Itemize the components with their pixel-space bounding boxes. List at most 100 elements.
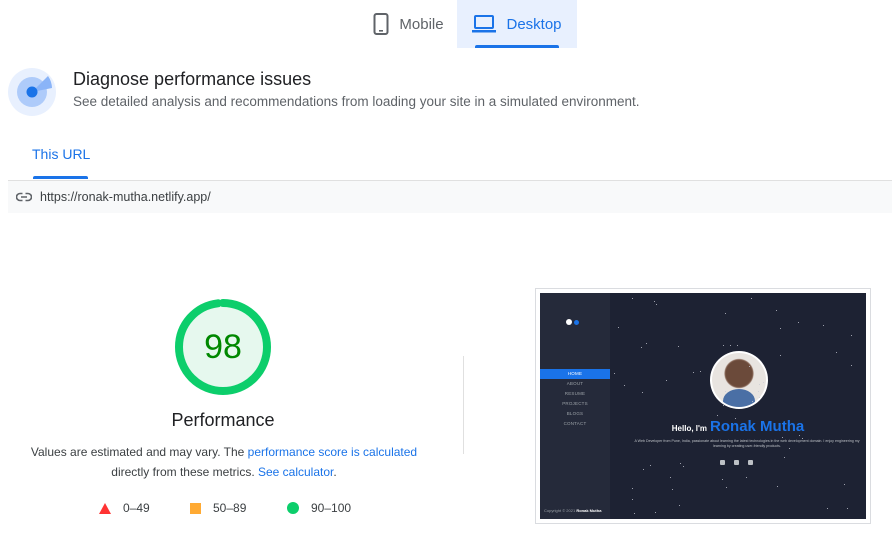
screenshot-star [654,301,656,303]
screenshot-star [758,397,760,399]
tab-mobile[interactable]: Mobile [360,0,457,48]
screenshot-star [632,297,634,299]
pagespeed-report: Mobile Desktop Diagnose performance issu… [0,0,892,547]
screenshot-star [836,351,838,353]
screenshot-star [650,464,652,466]
screenshot-star [656,304,658,306]
screenshot-star [780,355,781,357]
page-screenshot: HOME ABOUT RESUME PROJECTS BLOGS CONTACT… [535,288,871,524]
screenshot-star [798,435,800,437]
note-text-2: directly from these metrics. [111,465,258,479]
screenshot-star [699,370,701,372]
screenshot-description: A Web Developer from Pune, India, passio… [634,439,860,448]
screenshot-star [642,391,644,393]
legend-pass-label: 90–100 [311,501,352,515]
screenshot-nav-resume: RESUME [564,391,586,396]
linkedin-icon [720,460,725,465]
screenshot-star [850,365,852,367]
screenshot-nav-projects: PROJECTS [562,401,588,406]
screenshot-star [716,415,718,417]
screenshot-star [843,484,845,485]
screenshot-social-icons [720,460,753,465]
screenshot-star [678,505,680,507]
vertical-divider [463,356,464,454]
legend-average: 50–89 [190,500,246,516]
screenshot-star [788,447,790,449]
tab-this-url[interactable]: This URL [32,146,90,162]
screenshot-star [654,511,656,513]
note-text-1: Values are estimated and may vary. The [30,445,248,459]
screenshot-star [623,384,625,386]
twitter-icon [748,460,753,465]
screenshot-star [801,437,803,439]
screenshot-star [692,372,694,374]
screenshot-star [724,390,726,392]
screenshot-star [618,327,620,329]
screenshot-star [724,313,726,314]
score-calculated-link[interactable]: performance score is calculated [248,445,417,459]
device-tabs: Mobile Desktop [0,0,892,48]
legend-average-label: 50–89 [213,501,247,515]
screenshot-star [646,342,647,344]
screenshot-star [780,328,781,330]
screenshot-star [726,486,728,488]
screenshot-star [643,469,645,471]
screenshot-star [613,372,615,374]
screenshot-star [671,489,673,491]
screenshot-sidebar: HOME ABOUT RESUME PROJECTS BLOGS CONTACT… [540,293,610,519]
tab-underline [33,176,88,179]
screenshot-star [822,325,824,327]
screenshot-star [750,298,752,300]
screenshot-star [634,512,636,514]
screenshot-star [826,508,828,509]
phone-icon [373,13,389,35]
triangle-icon [99,502,111,514]
radar-icon [8,68,56,116]
screenshot-star [797,322,799,324]
screenshot-nav-about: ABOUT [566,381,584,386]
screenshot-star [631,498,633,500]
see-calculator-link[interactable]: See calculator [258,465,333,479]
performance-score: 98 [204,327,242,366]
tab-desktop[interactable]: Desktop [457,0,577,48]
screenshot-star [669,477,671,479]
screenshot-star [746,477,748,479]
screenshot-star [665,380,667,382]
laptop-icon [472,15,497,33]
url-bar: https://ronak-mutha.netlify.app/ [8,181,892,213]
screenshot-star [721,479,723,481]
screenshot-star [683,466,685,468]
screenshot-star [783,456,785,458]
legend-fail-label: 0–49 [123,501,150,515]
screenshot-star [679,463,681,465]
legend-pass: 90–100 [287,500,351,516]
screenshot-copyright: Copyright © 2021 Ronak Mutha [544,508,601,513]
screenshot-star [736,345,738,347]
screenshot-star [734,417,736,419]
screenshot-name: Ronak Mutha [710,418,805,435]
link-icon [16,192,32,202]
screenshot-copyright-name: Ronak Mutha [576,508,602,513]
screenshot-star [846,508,848,510]
screenshot-hello: Hello, I'm [671,424,708,433]
screenshot-star [678,345,679,347]
screenshot-hero: Hello, I'm Ronak Mutha [540,418,866,435]
screenshot-avatar [710,351,768,409]
performance-label: Performance [171,410,275,430]
screenshot-star [782,436,784,438]
tab-desktop-label: Desktop [506,15,562,33]
note-text-3: . [333,465,337,479]
screenshot-image: HOME ABOUT RESUME PROJECTS BLOGS CONTACT… [540,293,866,519]
screenshot-star [729,345,731,347]
screenshot-star [640,347,642,349]
screenshot-star [723,344,725,346]
screenshot-star [776,310,778,311]
section-title: Diagnose performance issues [73,69,312,89]
screenshot-copyright-prefix: Copyright © 2021 [544,508,576,513]
square-icon [190,502,201,514]
legend-fail: 0–49 [99,500,150,516]
screenshot-star [777,486,779,487]
url-text: https://ronak-mutha.netlify.app/ [40,190,211,204]
screenshot-nav-home: HOME [540,369,610,379]
tab-mobile-label: Mobile [399,15,444,33]
